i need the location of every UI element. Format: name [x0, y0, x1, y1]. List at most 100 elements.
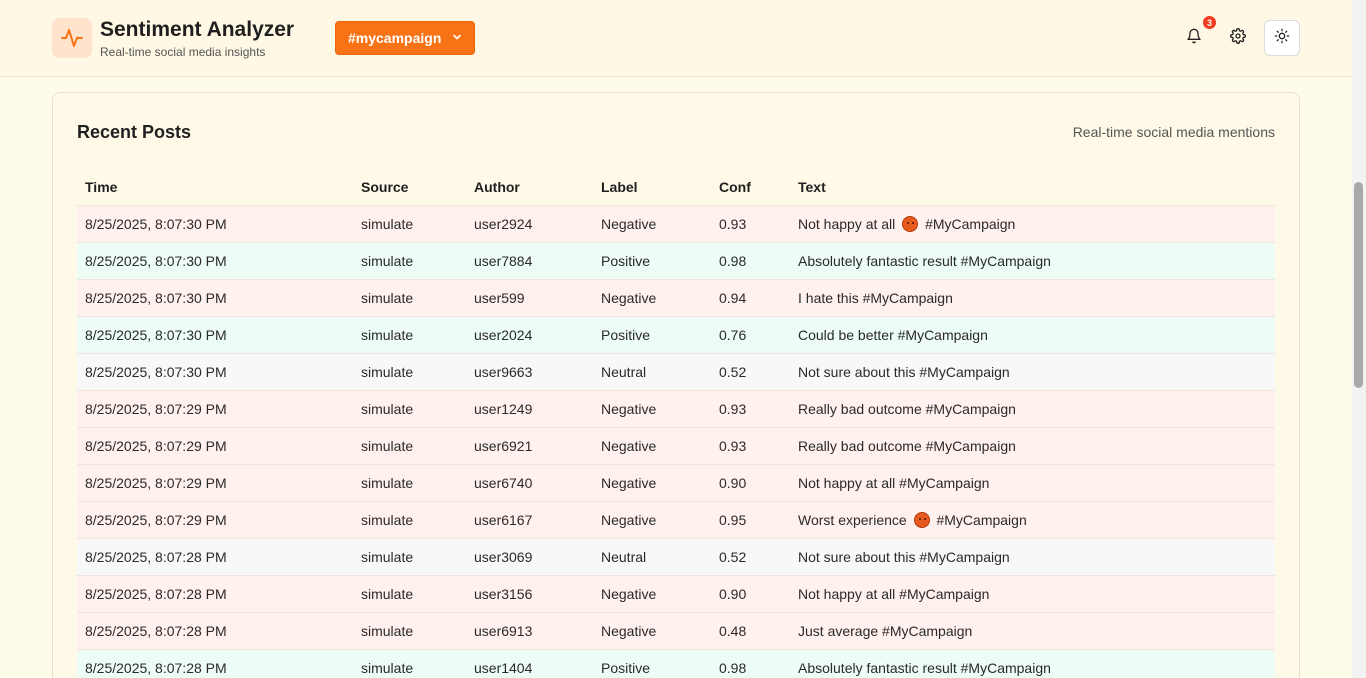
table-row[interactable]: 8/25/2025, 8:07:28 PM simulate user1404 … — [77, 648, 1275, 678]
cell-text: Not sure about this #MyCampaign — [790, 352, 1275, 390]
cell-author: user2924 — [466, 204, 593, 242]
cell-label: Neutral — [593, 352, 711, 390]
cell-source: simulate — [353, 389, 466, 427]
chevron-down-icon — [451, 31, 463, 46]
cell-time: 8/25/2025, 8:07:28 PM — [77, 611, 353, 649]
table-row[interactable]: 8/25/2025, 8:07:28 PM simulate user6913 … — [77, 611, 1275, 649]
cell-conf: 0.76 — [711, 315, 790, 353]
app-header: Sentiment Analyzer Real-time social medi… — [0, 0, 1352, 77]
post-tag: #MyCampaign — [936, 511, 1027, 528]
column-header-source[interactable]: Source — [353, 169, 466, 205]
column-header-label[interactable]: Label — [593, 169, 711, 205]
cell-conf: 0.52 — [711, 352, 790, 390]
cell-text: I hate this #MyCampaign — [790, 278, 1275, 316]
table-row[interactable]: 8/25/2025, 8:07:30 PM simulate user2924 … — [77, 204, 1275, 242]
settings-button[interactable] — [1220, 20, 1256, 56]
table-row[interactable]: 8/25/2025, 8:07:30 PM simulate user7884 … — [77, 241, 1275, 279]
cell-conf: 0.93 — [711, 389, 790, 427]
cell-conf: 0.98 — [711, 241, 790, 279]
scrollbar-thumb[interactable] — [1354, 182, 1363, 388]
cell-source: simulate — [353, 315, 466, 353]
cell-conf: 0.52 — [711, 537, 790, 575]
cell-time: 8/25/2025, 8:07:30 PM — [77, 315, 353, 353]
cell-conf: 0.48 — [711, 611, 790, 649]
cell-author: user6740 — [466, 463, 593, 501]
campaign-selector-button[interactable]: #mycampaign — [335, 21, 475, 55]
cell-time: 8/25/2025, 8:07:30 PM — [77, 241, 353, 279]
table-row[interactable]: 8/25/2025, 8:07:30 PM simulate user599 N… — [77, 278, 1275, 316]
table-row[interactable]: 8/25/2025, 8:07:30 PM simulate user9663 … — [77, 352, 1275, 390]
cell-label: Positive — [593, 241, 711, 279]
column-header-text[interactable]: Text — [790, 169, 1275, 205]
cell-source: simulate — [353, 204, 466, 242]
cell-text: Not sure about this #MyCampaign — [790, 537, 1275, 575]
cell-conf: 0.94 — [711, 278, 790, 316]
cell-author: user9663 — [466, 352, 593, 390]
post-text: Not happy at all — [798, 215, 896, 232]
theme-toggle-button[interactable] — [1264, 20, 1300, 56]
cell-time: 8/25/2025, 8:07:30 PM — [77, 352, 353, 390]
cell-label: Positive — [593, 315, 711, 353]
cell-label: Negative — [593, 204, 711, 242]
cell-source: simulate — [353, 537, 466, 575]
cell-label: Negative — [593, 389, 711, 427]
cell-author: user1249 — [466, 389, 593, 427]
cell-author: user7884 — [466, 241, 593, 279]
table-row[interactable]: 8/25/2025, 8:07:30 PM simulate user2024 … — [77, 315, 1275, 353]
cell-source: simulate — [353, 463, 466, 501]
cell-conf: 0.93 — [711, 204, 790, 242]
cell-source: simulate — [353, 241, 466, 279]
column-header-time[interactable]: Time — [77, 169, 353, 205]
table-row[interactable]: 8/25/2025, 8:07:29 PM simulate user6167 … — [77, 500, 1275, 538]
gear-icon — [1230, 27, 1246, 49]
cell-text: Not happy at all #MyCampaign — [790, 204, 1275, 242]
angry-face-icon — [902, 215, 919, 232]
table-row[interactable]: 8/25/2025, 8:07:28 PM simulate user3069 … — [77, 537, 1275, 575]
column-header-author[interactable]: Author — [466, 169, 593, 205]
cell-time: 8/25/2025, 8:07:29 PM — [77, 463, 353, 501]
cell-text: Absolutely fantastic result #MyCampaign — [790, 241, 1275, 279]
cell-author: user6913 — [466, 611, 593, 649]
cell-label: Negative — [593, 278, 711, 316]
campaign-label: #mycampaign — [348, 30, 442, 46]
cell-source: simulate — [353, 648, 466, 678]
table-header-row: Time Source Author Label Conf Text — [77, 169, 1275, 205]
cell-text: Not happy at all #MyCampaign — [790, 463, 1275, 501]
recent-posts-card: Recent Posts Real-time social media ment… — [52, 92, 1300, 678]
cell-text: Worst experience #MyCampaign — [790, 500, 1275, 538]
cell-author: user2024 — [466, 315, 593, 353]
card-title: Recent Posts — [77, 122, 192, 142]
sun-icon — [1274, 28, 1290, 49]
cell-label: Positive — [593, 648, 711, 678]
column-header-conf[interactable]: Conf — [711, 169, 790, 205]
cell-time: 8/25/2025, 8:07:28 PM — [77, 648, 353, 678]
cell-source: simulate — [353, 500, 466, 538]
cell-label: Negative — [593, 574, 711, 612]
cell-conf: 0.90 — [711, 463, 790, 501]
cell-source: simulate — [353, 278, 466, 316]
card-subtitle: Real-time social media mentions — [1072, 124, 1275, 140]
cell-conf: 0.98 — [711, 648, 790, 678]
cell-time: 8/25/2025, 8:07:29 PM — [77, 426, 353, 464]
cell-author: user6167 — [466, 500, 593, 538]
cell-source: simulate — [353, 352, 466, 390]
cell-text: Really bad outcome #MyCampaign — [790, 389, 1275, 427]
cell-author: user3156 — [466, 574, 593, 612]
cell-label: Negative — [593, 463, 711, 501]
table-row[interactable]: 8/25/2025, 8:07:29 PM simulate user6740 … — [77, 463, 1275, 501]
table-row[interactable]: 8/25/2025, 8:07:29 PM simulate user6921 … — [77, 426, 1275, 464]
cell-source: simulate — [353, 574, 466, 612]
cell-source: simulate — [353, 426, 466, 464]
cell-author: user3069 — [466, 537, 593, 575]
cell-label: Negative — [593, 500, 711, 538]
cell-time: 8/25/2025, 8:07:30 PM — [77, 204, 353, 242]
notification-badge: 3 — [1203, 16, 1216, 29]
cell-time: 8/25/2025, 8:07:29 PM — [77, 389, 353, 427]
cell-label: Negative — [593, 426, 711, 464]
cell-text: Just average #MyCampaign — [790, 611, 1275, 649]
posts-table: Time Source Author Label Conf Text 8/25/… — [77, 169, 1275, 678]
table-row[interactable]: 8/25/2025, 8:07:29 PM simulate user1249 … — [77, 389, 1275, 427]
cell-time: 8/25/2025, 8:07:28 PM — [77, 574, 353, 612]
table-row[interactable]: 8/25/2025, 8:07:28 PM simulate user3156 … — [77, 574, 1275, 612]
cell-source: simulate — [353, 611, 466, 649]
